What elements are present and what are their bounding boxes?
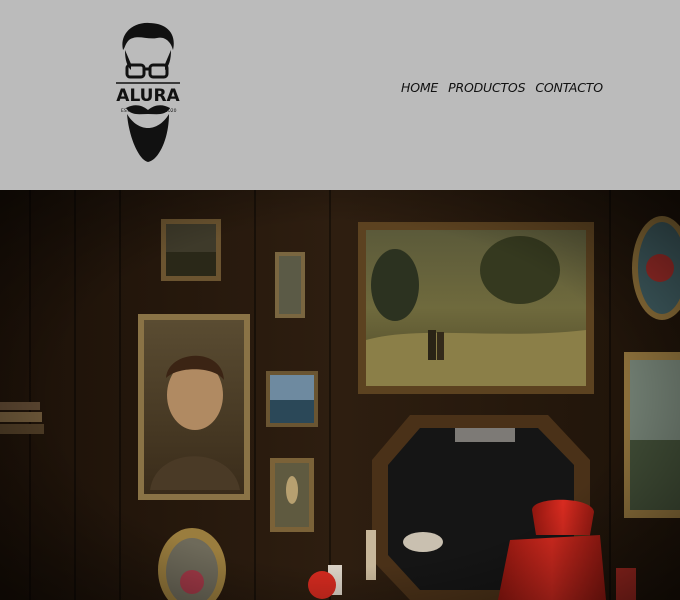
main-nav: HOME PRODUCTOS CONTACTO xyxy=(401,80,603,95)
brand-estd: ESTD xyxy=(121,108,133,114)
barbershop-scene-icon xyxy=(0,190,680,600)
alura-logo[interactable]: ALURA ESTD 2020 xyxy=(113,20,183,166)
bearded-man-logo-icon: ALURA ESTD 2020 xyxy=(116,22,181,162)
brand-name: ALURA xyxy=(116,86,180,106)
nav-contacto-link[interactable]: CONTACTO xyxy=(535,80,603,95)
nav-productos-link[interactable]: PRODUCTOS xyxy=(448,80,525,95)
nav-home-link[interactable]: HOME xyxy=(401,80,438,95)
brand-year: 2020 xyxy=(165,108,177,114)
site-header: ALURA ESTD 2020 HOME PRODUCTOS CONTACTO xyxy=(0,0,680,190)
hero-barbershop-image xyxy=(0,190,680,600)
